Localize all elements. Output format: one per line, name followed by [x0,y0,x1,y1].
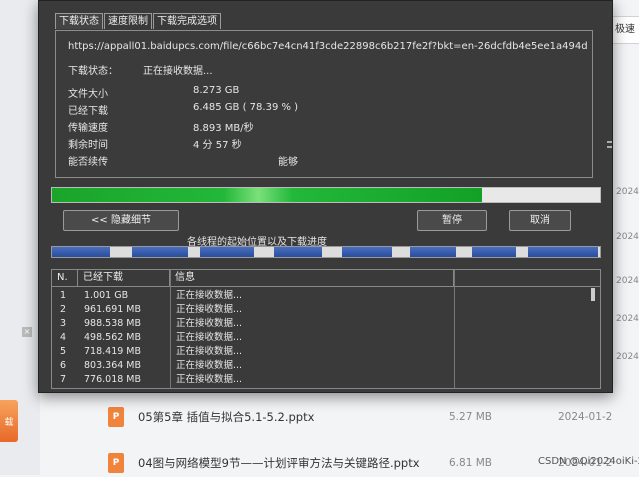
cell-downloaded: 718.419 MB [84,346,142,357]
thread-segment [132,247,188,257]
cell-downloaded: 1.001 GB [84,290,129,301]
cell-downloaded: 988.538 MB [84,318,142,329]
tab-bar: 下载状态 速度限制 下载完成选项 [55,13,222,30]
cell-info: 正在接收数据... [176,374,243,385]
pptx-file-icon: P [108,407,124,427]
thread-segment [410,247,456,257]
main-progress-fill [52,188,482,202]
tab-download-status[interactable]: 下载状态 [55,13,103,29]
cell-n: 1 [60,290,67,301]
cell-downloaded: 776.018 MB [84,374,142,385]
cell-n: 2 [60,304,67,315]
date-cell: 2024-01-2 [616,276,639,286]
thread-segment [472,247,516,257]
info-row-file-size: 文件大小 8.273 GB [68,85,468,100]
thread-segment [274,247,322,257]
thread-segment [200,247,254,257]
cell-n: 5 [60,346,67,357]
date-cell: 2024-01-2 [616,232,639,242]
cell-n: 4 [60,332,67,343]
cell-n: 3 [60,318,67,329]
thread-segment [342,247,392,257]
col-header-info[interactable]: 信息 [170,270,454,286]
file-row[interactable]: P 05第5章 插值与拟合5.1-5.2.pptx 5.27 MB 2024-0… [96,403,639,431]
cell-info: 正在接收数据... [176,360,243,371]
file-name[interactable]: 05第5章 插值与拟合5.1-5.2.pptx [138,409,314,425]
col-header-downloaded[interactable]: 已经下载 [78,270,170,286]
cell-info: 正在接收数据... [176,318,243,329]
cell-downloaded: 961.691 MB [84,304,142,315]
tab-speed-limit[interactable]: 速度限制 [104,13,152,29]
file-size: 5.27 MB [449,411,492,423]
panel-resize-grip[interactable] [607,141,612,151]
thread-segment-bar [51,246,601,258]
thread-segment [52,247,110,257]
info-row-remaining: 剩余时间 4 分 57 秒 [68,136,468,151]
table-row[interactable]: 5 718.419 MB 正在接收数据... [52,345,592,359]
table-row[interactable]: 1 1.001 GB 正在接收数据... [52,289,592,303]
info-value: 4 分 57 秒 [193,140,242,151]
table-header: N. 已经下载 信息 [52,270,600,287]
cell-info: 正在接收数据... [176,346,243,357]
scrollbar-thumb[interactable] [591,288,595,301]
info-label: 已经下载 [68,106,108,117]
file-name[interactable]: 04图与网络模型9节——计划评审方法与关键路径.pptx [138,455,420,471]
table-row[interactable]: 4 498.562 MB 正在接收数据... [52,331,592,345]
status-label: 下载状态： [68,66,118,77]
info-value: 8.893 MB/秒 [193,123,254,134]
date-cell: 2024-01-2 [616,187,639,197]
info-value: 8.273 GB [193,85,240,96]
cell-n: 6 [60,360,67,371]
close-icon[interactable]: × [22,327,32,337]
info-label: 传输速度 [68,123,108,134]
info-label: 剩余时间 [68,140,108,151]
info-row-resume: 能否续传 [68,153,468,168]
cell-info: 正在接收数据... [176,332,243,343]
cell-n: 7 [60,374,67,385]
table-scrollbar[interactable] [588,287,598,387]
thread-table: N. 已经下载 信息 1 1.001 GB 正在接收数据... 2 961.69… [51,269,601,389]
download-url: https://appall01.baidupcs.com/file/c66bc… [68,41,588,52]
table-row[interactable]: 7 776.018 MB 正在接收数据... [52,373,592,387]
info-row-downloaded: 已经下载 6.485 GB ( 78.39 % ) [68,102,468,117]
date-column: 2024-01-2 2024-01-2 2024-01-2 2024-01-2 … [616,0,639,400]
file-date: 2024-01-2 [558,411,613,423]
col-header-blank [454,270,600,286]
cell-downloaded: 498.562 MB [84,332,142,343]
thread-segment [528,247,598,257]
info-label: 文件大小 [68,89,108,100]
col-header-n[interactable]: N. [52,270,78,286]
resume-value: 能够 [278,157,298,168]
pptx-file-icon: P [108,453,124,473]
file-size: 6.81 MB [449,457,492,469]
download-progress-dialog: 下载状态 速度限制 下载完成选项 https://appall01.baidup… [38,0,613,393]
main-progress-bar [51,187,601,203]
sidebar-badge[interactable]: 载 [0,400,18,442]
table-row[interactable]: 3 988.538 MB 正在接收数据... [52,317,592,331]
info-row-speed: 传输速度 8.893 MB/秒 [68,119,468,134]
download-info-panel: https://appall01.baidupcs.com/file/c66bc… [55,30,593,178]
cell-downloaded: 803.364 MB [84,360,142,371]
table-row[interactable]: 6 803.364 MB 正在接收数据... [52,359,592,373]
date-cell: 2024-01-2 [616,352,639,362]
table-row[interactable]: 2 961.691 MB 正在接收数据... [52,303,592,317]
watermark: CSDN @Qi2024oiKi-2 [538,456,639,467]
tab-completion-options[interactable]: 下载完成选项 [153,13,221,29]
date-cell: 2024-01-2 [616,314,639,324]
hide-details-button[interactable]: << 隐藏细节 [63,210,179,231]
pause-button[interactable]: 暂停 [417,210,487,231]
cell-info: 正在接收数据... [176,290,243,301]
status-value: 正在接收数据... [143,66,213,77]
info-label: 能否续传 [68,157,108,168]
cell-info: 正在接收数据... [176,304,243,315]
info-value: 6.485 GB ( 78.39 % ) [193,102,299,113]
cancel-button[interactable]: 取消 [509,210,571,231]
